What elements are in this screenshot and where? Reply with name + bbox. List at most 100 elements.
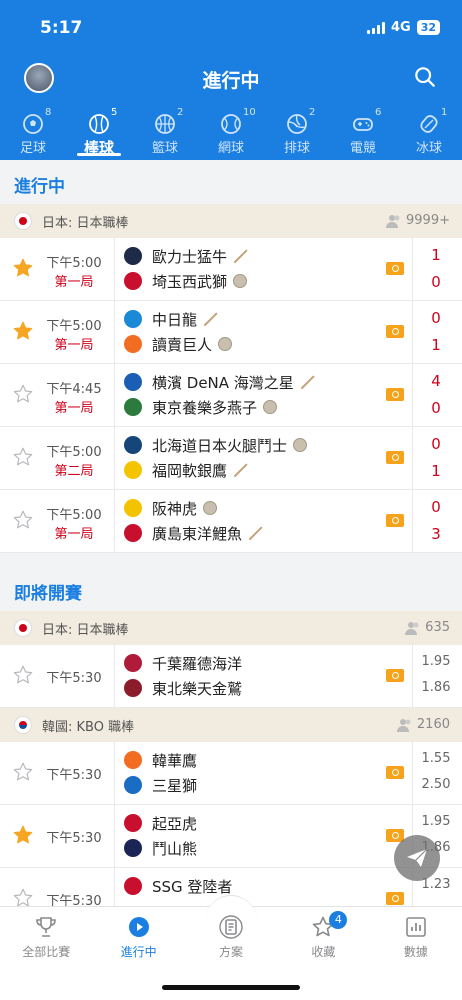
team-logo — [124, 524, 142, 542]
nav-label: 數據 — [403, 945, 428, 959]
team-row: 鬥山熊 — [124, 838, 197, 858]
match-time: 下午5:30 — [46, 671, 102, 686]
team-name: 廣島東洋鯉魚 — [152, 524, 243, 543]
team-name: 阪神虎 — [152, 499, 198, 518]
tab-baseball[interactable]: 5 棒球 — [66, 104, 132, 160]
match-list: 進行中 日本: 日本職棒 9999+ 下午5:00 第一局 歐力士猛牛 埼玉西武獅 1 0… — [0, 160, 462, 906]
match-time: 下午5:30 — [46, 894, 102, 906]
team-row: 韓華鷹 — [124, 750, 197, 770]
match-row[interactable]: 下午5:30起亞虎鬥山熊1.951.86 — [0, 805, 462, 868]
score-home: 0 — [431, 498, 441, 516]
live-stream-icon[interactable] — [386, 325, 404, 338]
match-inning: 第一局 — [54, 338, 94, 353]
star-icon[interactable] — [12, 664, 34, 686]
star-icon[interactable] — [12, 320, 34, 342]
live-stream-icon[interactable] — [386, 892, 404, 905]
live-stream-icon[interactable] — [386, 669, 404, 682]
league-count: 9999+ — [386, 213, 450, 228]
tab-label: 網球 — [217, 141, 244, 156]
team-name: 東京養樂多燕子 — [152, 398, 258, 417]
score-home: 0 — [431, 435, 441, 453]
divider — [114, 742, 115, 804]
league-count-value: 635 — [425, 620, 450, 635]
league-header[interactable]: 日本: 日本職棒 635 — [0, 611, 462, 645]
score-away: 1 — [431, 336, 441, 354]
divider — [114, 301, 115, 363]
league-header[interactable]: 韓國: KBO 職棒 2160 — [0, 708, 462, 742]
score-away: 0 — [431, 399, 441, 417]
star-icon[interactable] — [12, 824, 34, 846]
score-home: 1 — [431, 246, 441, 264]
match-time: 下午5:00 — [46, 256, 102, 271]
match-row[interactable]: 下午5:30 千葉羅德海洋 東北樂天金鷲 1.95 1.86 — [0, 645, 462, 708]
tab-gamepad[interactable]: 6 電競 — [330, 104, 396, 160]
team-logo — [124, 373, 142, 391]
nav-label: 收藏 — [311, 945, 336, 959]
korea-flag-icon — [14, 716, 32, 734]
tab-label: 電競 — [349, 141, 376, 156]
odds-home: 1.95 — [421, 814, 451, 829]
live-stream-icon[interactable] — [386, 388, 404, 401]
match-row[interactable]: 下午4:45 第一局 横濱 DeNA 海灣之星 東京養樂多燕子 4 0 — [0, 364, 462, 427]
nav-chart[interactable]: 數據 — [370, 907, 462, 1000]
tab-basketball[interactable]: 2 籃球 — [132, 104, 198, 160]
league-name: 韓國: KBO 職棒 — [42, 719, 135, 735]
star-icon[interactable] — [12, 257, 34, 279]
ball-icon — [233, 274, 248, 288]
bat-icon — [204, 312, 218, 326]
divider — [412, 238, 413, 300]
star-icon[interactable] — [12, 509, 34, 531]
team-logo — [124, 310, 142, 328]
match-time: 下午5:30 — [46, 768, 102, 783]
divider — [412, 301, 413, 363]
team-row: 廣島東洋鯉魚 — [124, 523, 264, 543]
team-row: 東北樂天金鷲 — [124, 678, 242, 698]
league-header-live[interactable]: 日本: 日本職棒 9999+ — [0, 204, 462, 238]
match-row[interactable]: 下午5:30 韓華鷹 三星獅 1.55 2.50 — [0, 742, 462, 805]
live-stream-icon[interactable] — [386, 262, 404, 275]
bat-icon — [300, 375, 315, 389]
tennis-icon — [221, 114, 241, 134]
signal-icon — [366, 21, 385, 34]
league-count: 2160 — [396, 717, 450, 732]
star-icon[interactable] — [12, 761, 34, 783]
nav-trophy[interactable]: 全部比賽 — [0, 907, 92, 1000]
floating-action-button[interactable] — [394, 835, 440, 881]
tab-tennis[interactable]: 10 網球 — [198, 104, 264, 160]
team-row: 埼玉西武獅 — [124, 271, 248, 291]
divider — [412, 427, 413, 489]
match-row[interactable]: 下午5:00 第一局 阪神虎 廣島東洋鯉魚 0 3 — [0, 490, 462, 553]
star-icon[interactable] — [12, 887, 34, 906]
ball-icon — [218, 337, 233, 351]
star-icon[interactable] — [12, 446, 34, 468]
divider — [412, 490, 413, 552]
team-logo — [124, 751, 142, 769]
divider — [114, 427, 115, 489]
team-row: 讀賣巨人 — [124, 334, 233, 354]
search-icon[interactable] — [414, 66, 436, 88]
live-stream-icon[interactable] — [386, 514, 404, 527]
live-stream-icon[interactable] — [386, 766, 404, 779]
team-row: 三星獅 — [124, 775, 197, 795]
tab-hockey[interactable]: 1 冰球 — [396, 104, 462, 160]
tab-label: 足球 — [19, 141, 46, 156]
team-logo — [124, 776, 142, 794]
star-icon[interactable] — [12, 383, 34, 405]
league-name: 日本: 日本職棒 — [42, 215, 129, 231]
tab-soccer[interactable]: 8 足球 — [0, 104, 66, 160]
japan-flag-icon — [14, 619, 32, 637]
match-row[interactable]: 下午5:00 第一局 中日龍 讀賣巨人 0 1 — [0, 301, 462, 364]
match-row[interactable]: 下午5:00 第二局 北海道日本火腿鬥士 福岡軟銀鷹 0 1 — [0, 427, 462, 490]
live-section-title: 進行中 — [0, 160, 462, 204]
tab-volleyball[interactable]: 2 排球 — [264, 104, 330, 160]
team-logo — [124, 436, 142, 454]
nav-label: 方案 — [219, 945, 244, 959]
live-stream-icon[interactable] — [386, 451, 404, 464]
team-name: 北海道日本火腿鬥士 — [152, 436, 288, 455]
play-icon — [128, 917, 149, 937]
ball-icon — [263, 400, 278, 414]
tab-label: 籃球 — [151, 141, 178, 156]
match-row[interactable]: 下午5:00 第一局 歐力士猛牛 埼玉西武獅 1 0 — [0, 238, 462, 301]
team-row: 横濱 DeNA 海灣之星 — [124, 372, 316, 392]
tab-count: 5 — [111, 107, 118, 118]
